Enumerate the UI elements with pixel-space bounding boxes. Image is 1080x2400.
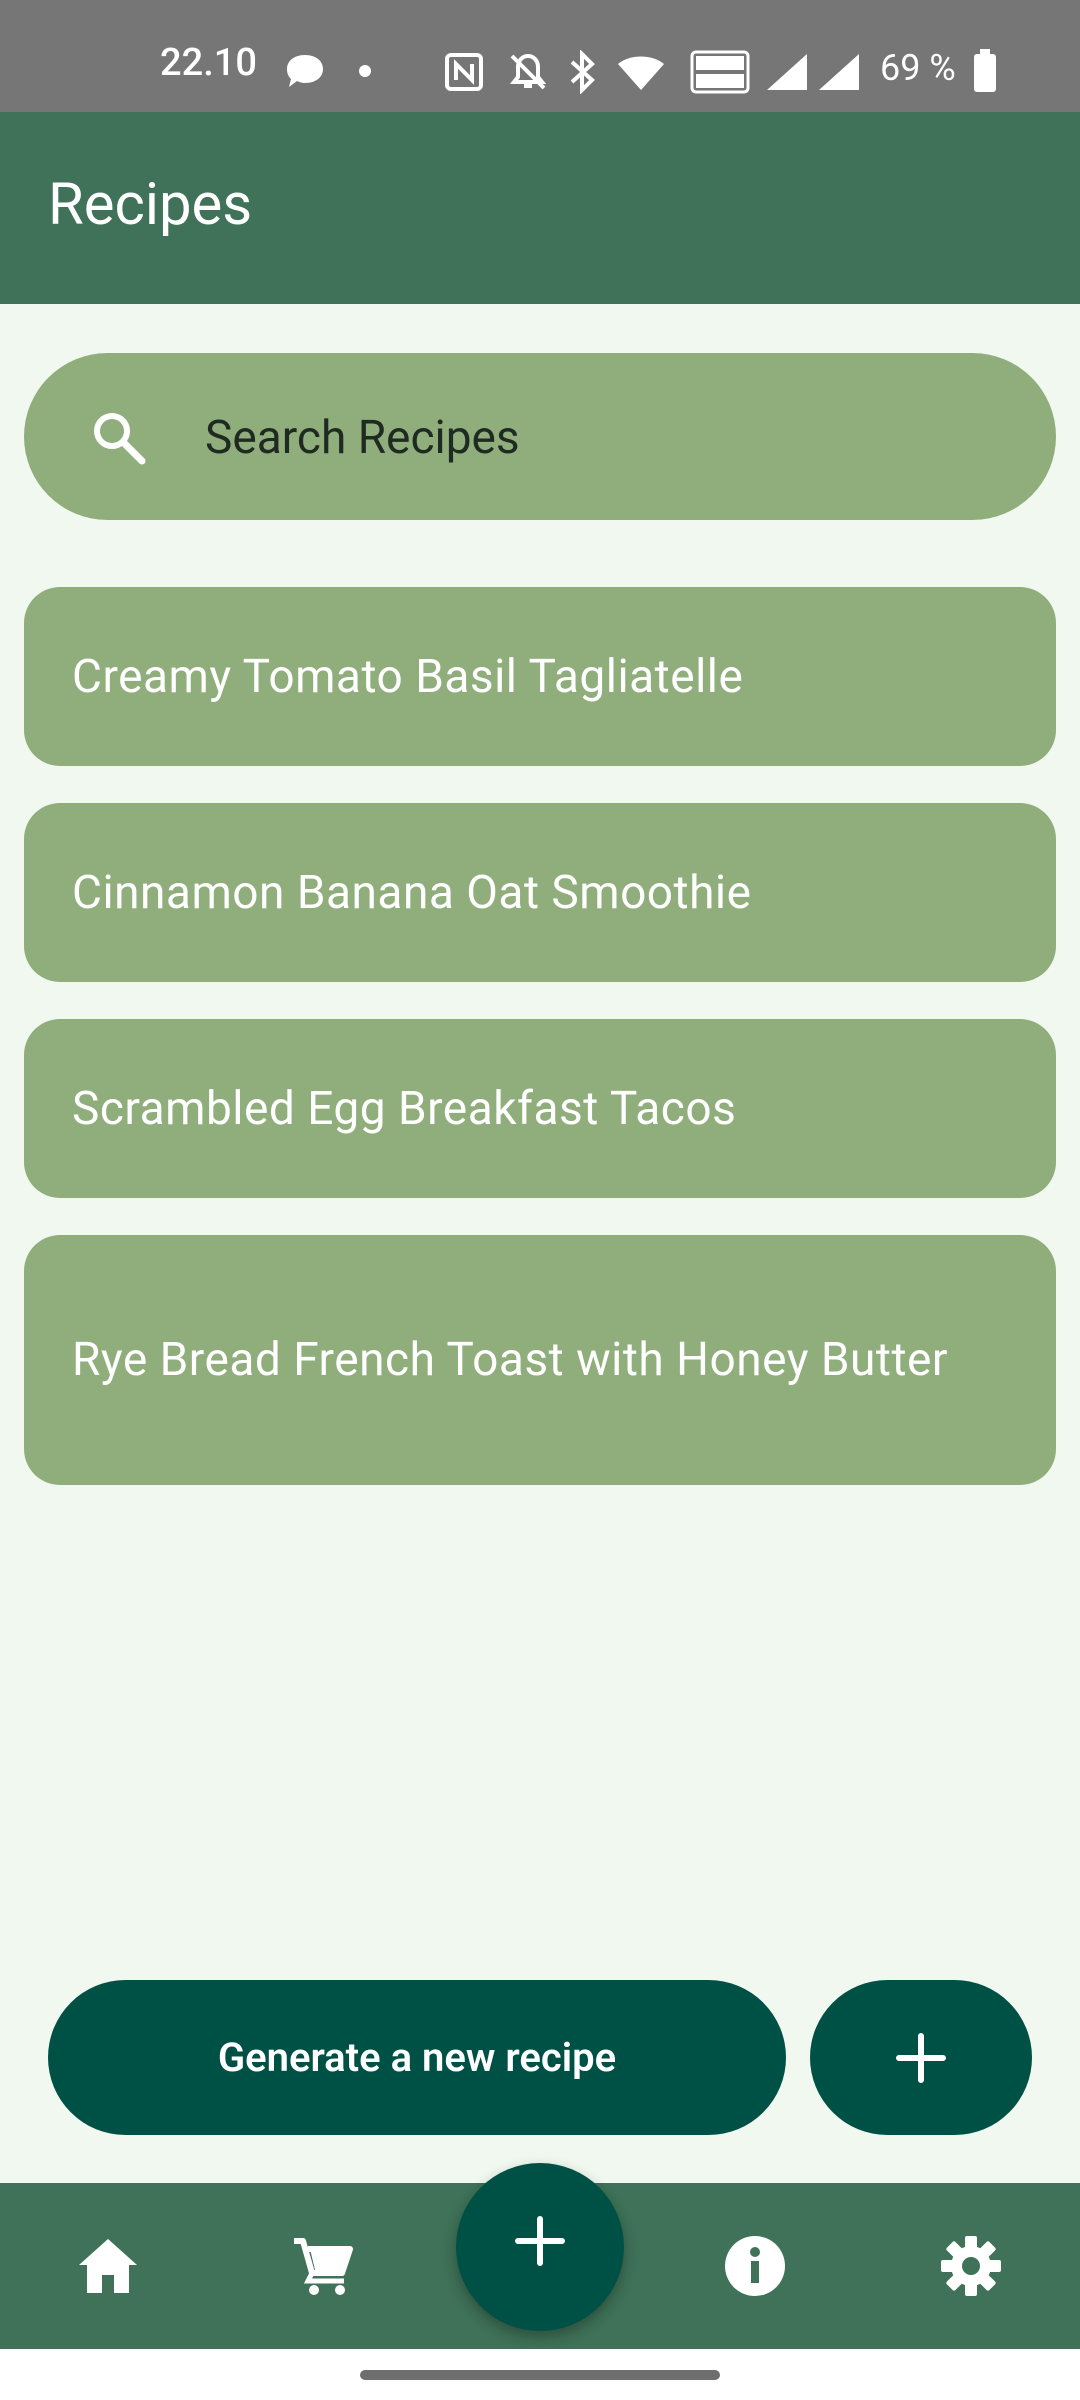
chat-bubble-icon bbox=[287, 55, 323, 87]
signal-icon bbox=[767, 54, 807, 90]
plus-icon bbox=[896, 2033, 946, 2083]
battery-icon bbox=[974, 49, 996, 92]
home-icon[interactable] bbox=[75, 2233, 141, 2299]
cart-icon[interactable] bbox=[290, 2233, 356, 2299]
vowifi-icon bbox=[690, 50, 750, 94]
add-recipe-button[interactable] bbox=[810, 1980, 1032, 2135]
gear-icon[interactable] bbox=[938, 2233, 1004, 2299]
mute-icon bbox=[509, 53, 547, 90]
battery-percent: 69 % bbox=[880, 47, 956, 89]
recipe-title: Cinnamon Banana Oat Smoothie bbox=[72, 865, 752, 920]
generate-recipe-label: Generate a new recipe bbox=[217, 2034, 617, 2081]
status-time: 22.10 bbox=[160, 41, 257, 85]
app-bar: Recipes bbox=[0, 112, 1080, 304]
recipe-title: Scrambled Egg Breakfast Tacos bbox=[72, 1081, 737, 1136]
wifi-icon bbox=[618, 56, 664, 90]
info-icon[interactable] bbox=[722, 2233, 788, 2299]
recipe-card[interactable]: Cinnamon Banana Oat Smoothie bbox=[24, 803, 1056, 982]
signal-icon bbox=[819, 54, 859, 90]
search-icon bbox=[94, 413, 146, 465]
recipe-title: Rye Bread French Toast with Honey Butter bbox=[72, 1333, 948, 1387]
recipe-card[interactable]: Creamy Tomato Basil Tagliatelle bbox=[24, 587, 1056, 766]
page-title: Recipes bbox=[48, 171, 253, 239]
recipe-title: Creamy Tomato Basil Tagliatelle bbox=[72, 649, 744, 704]
recipe-card[interactable]: Scrambled Egg Breakfast Tacos bbox=[24, 1019, 1056, 1198]
gesture-area bbox=[0, 2349, 1080, 2400]
bluetooth-icon bbox=[570, 50, 595, 94]
home-gesture-bar[interactable] bbox=[360, 2370, 720, 2380]
dot-icon bbox=[359, 65, 371, 77]
generate-recipe-button[interactable]: Generate a new recipe bbox=[48, 1980, 786, 2135]
search-bar[interactable] bbox=[24, 353, 1056, 520]
add-fab-button[interactable] bbox=[456, 2163, 624, 2331]
plus-icon bbox=[515, 2216, 565, 2266]
status-bar: 22.10 69 % bbox=[0, 0, 1080, 112]
nfc-icon bbox=[445, 53, 483, 91]
recipe-card[interactable]: Rye Bread French Toast with Honey Butter bbox=[24, 1235, 1056, 1485]
search-input[interactable] bbox=[181, 403, 1049, 473]
